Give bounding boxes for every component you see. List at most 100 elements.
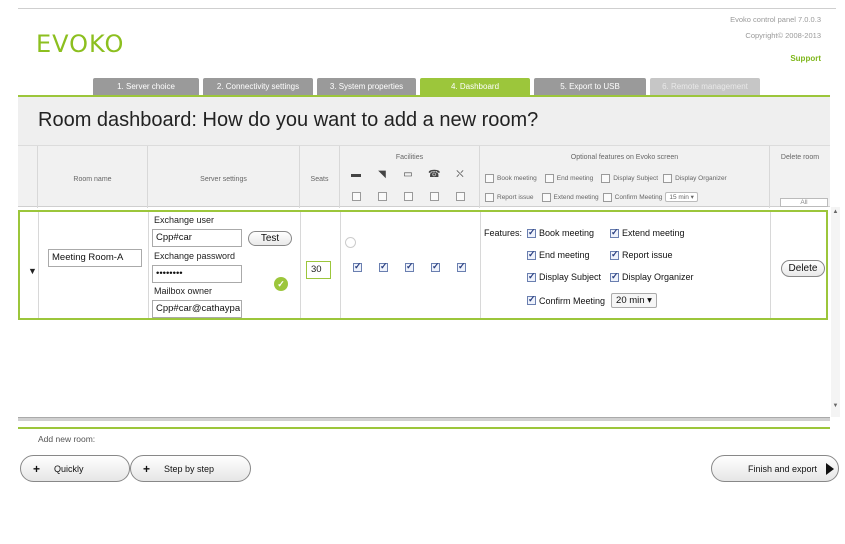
exchange-user-input[interactable]: Cpp#car bbox=[152, 229, 242, 247]
feature-end-meeting-label: End meeting bbox=[539, 250, 590, 260]
feature-extend-meeting-label: Extend meeting bbox=[622, 228, 685, 238]
tab-dashboard[interactable]: 4. Dashboard bbox=[420, 78, 530, 95]
feature-display-subject[interactable]: Display Subject bbox=[527, 271, 601, 282]
feature-extend-meeting-checkbox[interactable] bbox=[610, 227, 619, 238]
header-server-settings: Server settings bbox=[148, 146, 300, 208]
facility-whiteboard-checkbox[interactable] bbox=[379, 261, 388, 272]
copyright-text: Copyright© 2008-2013 bbox=[745, 31, 821, 40]
videoconference-icon: ⛌ bbox=[456, 169, 464, 180]
evoko-logo: EVOKO bbox=[36, 30, 125, 58]
row-separator bbox=[770, 212, 771, 318]
footer-divider bbox=[18, 417, 830, 421]
status-circle-icon bbox=[345, 237, 356, 248]
plus-icon: + bbox=[143, 461, 151, 476]
add-step-by-step-label: Step by step bbox=[164, 463, 215, 474]
tab-system-properties[interactable]: 3. System properties bbox=[317, 78, 416, 95]
add-new-room-label: Add new room: bbox=[38, 434, 96, 444]
header-optional-features: Optional features on Evoko screen Book m… bbox=[480, 146, 770, 208]
finish-and-export-button[interactable]: Finish and export bbox=[711, 455, 839, 482]
feature-book-meeting-label: Book meeting bbox=[539, 228, 595, 238]
delete-room-header: Delete room bbox=[780, 154, 820, 161]
seats-header: Seats bbox=[310, 176, 329, 183]
filter-end-meeting-checkbox[interactable] bbox=[544, 174, 554, 183]
tab-export-to-usb[interactable]: 5. Export to USB bbox=[534, 78, 646, 95]
feature-display-subject-checkbox[interactable] bbox=[527, 271, 536, 282]
exchange-password-input[interactable]: •••••••• bbox=[152, 265, 242, 283]
finish-and-export-label: Finish and export bbox=[748, 463, 818, 474]
filter-extend-meeting-checkbox[interactable] bbox=[541, 192, 551, 202]
filter-extend-meeting-label: Extend meeting bbox=[553, 193, 599, 201]
header-expander-col bbox=[18, 146, 38, 208]
feature-confirm-meeting-label: Confirm Meeting bbox=[539, 295, 606, 306]
feature-book-meeting-checkbox[interactable] bbox=[527, 227, 536, 238]
feature-book-meeting[interactable]: Book meeting bbox=[527, 227, 595, 238]
feature-end-meeting[interactable]: End meeting bbox=[527, 249, 590, 260]
filter-phone-checkbox[interactable] bbox=[430, 192, 439, 201]
filter-projector-checkbox[interactable] bbox=[352, 192, 361, 201]
feature-extend-meeting[interactable]: Extend meeting bbox=[610, 227, 685, 238]
row-separator bbox=[480, 212, 481, 318]
tab-remote-management: 6. Remote management bbox=[650, 78, 760, 95]
scrollbar[interactable]: ▲ ▼ bbox=[831, 207, 840, 417]
confirm-time-value: 20 min bbox=[616, 295, 645, 306]
facility-phone-checkbox[interactable] bbox=[431, 261, 440, 272]
confirm-time-select[interactable]: 20 min ▾ bbox=[611, 293, 657, 308]
facility-monitor-checkbox[interactable] bbox=[405, 261, 414, 272]
feature-report-issue[interactable]: Report issue bbox=[610, 249, 673, 260]
expand-row-icon[interactable]: ▼ bbox=[28, 266, 37, 276]
version-text: Evoko control panel 7.0.0.3 bbox=[730, 15, 821, 24]
delete-button[interactable]: Delete bbox=[781, 260, 825, 277]
filter-report-issue-checkbox[interactable] bbox=[485, 192, 494, 202]
features-label: Features: bbox=[484, 228, 523, 238]
optional-filter-row-1: Book meeting End meeting Display Subject… bbox=[485, 174, 727, 183]
tab-server-choice[interactable]: 1. Server choice bbox=[93, 78, 199, 95]
filter-confirm-meeting-checkbox[interactable] bbox=[602, 192, 612, 202]
facility-videoconference-checkbox[interactable] bbox=[457, 261, 466, 272]
tab-connectivity-settings[interactable]: 2. Connectivity settings bbox=[203, 78, 313, 95]
filter-monitor-checkbox[interactable] bbox=[404, 192, 413, 201]
scroll-down-icon[interactable]: ▼ bbox=[831, 403, 840, 409]
scroll-up-icon[interactable]: ▲ bbox=[831, 209, 840, 215]
feature-display-organizer[interactable]: Display Organizer bbox=[610, 271, 694, 282]
facilities-header: Facilities bbox=[395, 154, 424, 161]
filter-confirm-time-select[interactable]: 15 min ▾ bbox=[665, 192, 698, 202]
filter-display-organizer-label: Display Organizer bbox=[675, 175, 727, 182]
feature-display-organizer-label: Display Organizer bbox=[622, 272, 694, 282]
plus-icon: + bbox=[33, 461, 41, 476]
filter-book-meeting-checkbox[interactable] bbox=[485, 174, 494, 183]
filter-confirm-meeting-label: Confirm Meeting bbox=[614, 193, 663, 201]
filter-display-organizer-checkbox[interactable] bbox=[663, 174, 673, 183]
add-quickly-button[interactable]: + Quickly bbox=[20, 455, 130, 482]
server-settings-header: Server settings bbox=[200, 176, 247, 183]
filter-confirm-time-value: 15 min bbox=[669, 194, 689, 201]
footer-panel bbox=[18, 429, 830, 441]
filter-videoconference-checkbox[interactable] bbox=[456, 192, 465, 201]
header-divider bbox=[18, 8, 836, 9]
row-separator bbox=[148, 212, 149, 318]
filter-book-meeting-label: Book meeting bbox=[497, 175, 537, 182]
wizard-tabs: 1. Server choice 2. Connectivity setting… bbox=[93, 78, 760, 95]
mailbox-owner-input[interactable]: Cpp#car@cathaypa bbox=[152, 300, 242, 318]
delete-all-button[interactable]: All bbox=[780, 198, 828, 207]
feature-report-issue-checkbox[interactable] bbox=[610, 249, 619, 260]
feature-confirm-meeting[interactable]: Confirm Meeting 20 min ▾ bbox=[527, 293, 657, 308]
facility-projector-checkbox[interactable] bbox=[353, 261, 362, 272]
optional-filter-row-2: Report issue Extend meeting Confirm Meet… bbox=[485, 192, 698, 202]
add-step-by-step-button[interactable]: + Step by step bbox=[130, 455, 251, 482]
mailbox-owner-label: Mailbox owner bbox=[154, 286, 213, 296]
table-header: Room name Server settings Seats Faciliti… bbox=[18, 145, 830, 208]
filter-whiteboard-checkbox[interactable] bbox=[378, 192, 387, 201]
exchange-password-label: Exchange password bbox=[154, 251, 236, 261]
whiteboard-icon: ◥ bbox=[378, 169, 386, 180]
seats-input[interactable]: 30 bbox=[306, 261, 331, 279]
feature-confirm-meeting-checkbox[interactable] bbox=[527, 294, 536, 305]
room-name-input[interactable]: Meeting Room-A bbox=[48, 249, 142, 267]
filter-display-subject-checkbox[interactable] bbox=[601, 174, 611, 183]
test-button[interactable]: Test bbox=[248, 231, 292, 246]
feature-display-organizer-checkbox[interactable] bbox=[610, 271, 619, 282]
support-link[interactable]: Support bbox=[790, 54, 821, 63]
feature-end-meeting-checkbox[interactable] bbox=[527, 249, 536, 260]
feature-report-issue-label: Report issue bbox=[622, 250, 673, 260]
features-label-wrap: Features: bbox=[484, 228, 522, 238]
filter-end-meeting-label: End meeting bbox=[556, 175, 594, 182]
